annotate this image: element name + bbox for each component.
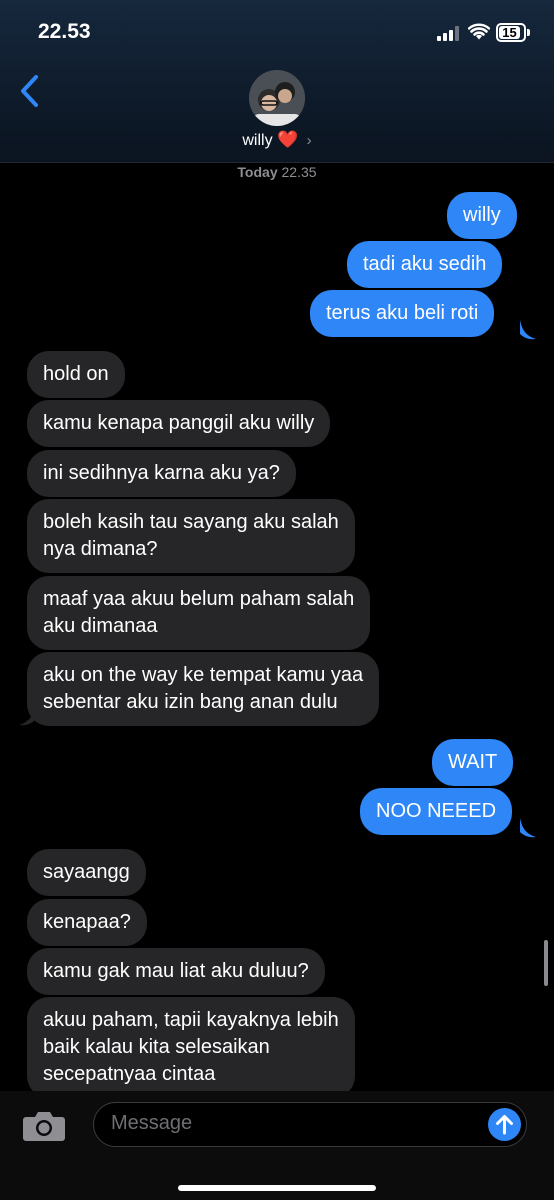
thread-timestamp: Today 22.35 — [0, 164, 554, 180]
contact-name[interactable]: willy ❤️ › — [0, 130, 554, 150]
avatar[interactable] — [249, 70, 305, 126]
message-text-line: baik kalau kita selesaikan — [43, 1036, 270, 1058]
message-text-line: boleh kasih tau sayang aku salah — [43, 511, 339, 533]
wifi-icon — [468, 23, 490, 40]
message-bubble-incoming[interactable]: sayaangg — [27, 849, 146, 896]
message-text-line: secepatnyaa cintaa — [43, 1063, 216, 1085]
message-text-line: aku on the way ke tempat kamu yaa — [43, 664, 364, 686]
message-text-line: maaf yaa akuu belum paham salah — [43, 588, 355, 610]
battery-icon: 15 — [496, 23, 526, 42]
bubble-tail — [19, 706, 35, 726]
message-bubble-incoming[interactable]: akuu paham, tapii kayaknya lebih baik ka… — [27, 997, 355, 1098]
message-input-placeholder: Message — [111, 1112, 193, 1134]
message-bubble-incoming[interactable]: kamu kenapa panggil aku willy — [27, 400, 331, 447]
signal-icon — [437, 25, 461, 41]
camera-icon[interactable] — [22, 1108, 66, 1142]
bubble-tail — [520, 818, 536, 838]
message-bubble-incoming[interactable]: kamu gak mau liat aku duluu? — [27, 948, 325, 995]
heart-icon: ❤️ — [277, 130, 299, 149]
message-text: NOO NEEED — [376, 800, 497, 822]
message-bubble-outgoing[interactable]: NOO NEEED — [360, 788, 513, 835]
message-text-line: sebentar aku izin bang anan dulu — [43, 691, 338, 713]
message-text: sayaangg — [43, 861, 130, 883]
message-bubble-outgoing[interactable]: willy — [447, 192, 517, 239]
message-bubble-incoming[interactable]: hold on — [27, 351, 125, 398]
battery-tip — [527, 29, 530, 36]
message-text: ini sedihnya karna aku ya? — [43, 462, 280, 484]
message-text-line: aku dimanaa — [43, 615, 158, 637]
message-text: willy — [463, 204, 501, 226]
status-time: 22.53 — [38, 20, 91, 43]
message-text: hold on — [43, 363, 109, 385]
message-text: WAIT — [448, 751, 498, 773]
bubble-tail — [520, 320, 536, 340]
back-chevron-icon[interactable] — [18, 74, 42, 108]
message-text: tadi aku sedih — [363, 253, 487, 275]
message-bubble-outgoing[interactable]: WAIT — [432, 739, 514, 786]
message-text: terus aku beli roti — [326, 302, 479, 324]
contact-name-text: willy — [242, 132, 273, 149]
send-arrow-icon — [496, 1115, 513, 1135]
message-text: kamu kenapa panggil aku willy — [43, 412, 315, 434]
home-indicator — [178, 1185, 376, 1191]
message-bubble-outgoing[interactable]: terus aku beli roti — [310, 290, 495, 337]
message-bubble-incoming[interactable]: aku on the way ke tempat kamu yaa sebent… — [27, 652, 380, 726]
scrollbar[interactable] — [544, 940, 548, 986]
message-text: kenapaa? — [43, 911, 131, 933]
message-bubble-outgoing[interactable]: tadi aku sedih — [347, 241, 503, 288]
send-button[interactable] — [488, 1108, 521, 1141]
message-bubble-incoming[interactable]: ini sedihnya karna aku ya? — [27, 450, 296, 497]
message-bubble-incoming[interactable]: kenapaa? — [27, 899, 147, 946]
timestamp-day: Today — [237, 164, 278, 180]
timestamp-time: 22.35 — [281, 164, 317, 180]
battery-level: 15 — [499, 26, 520, 39]
message-text-line: akuu paham, tapii kayaknya lebih — [43, 1009, 339, 1031]
message-bubble-incoming[interactable]: maaf yaa akuu belum paham salah aku dima… — [27, 576, 371, 650]
message-text-line: nya dimana? — [43, 538, 158, 560]
message-bubble-incoming[interactable]: boleh kasih tau sayang aku salah nya dim… — [27, 499, 355, 573]
message-text: kamu gak mau liat aku duluu? — [43, 960, 309, 982]
chevron-right-icon: › — [306, 132, 312, 149]
